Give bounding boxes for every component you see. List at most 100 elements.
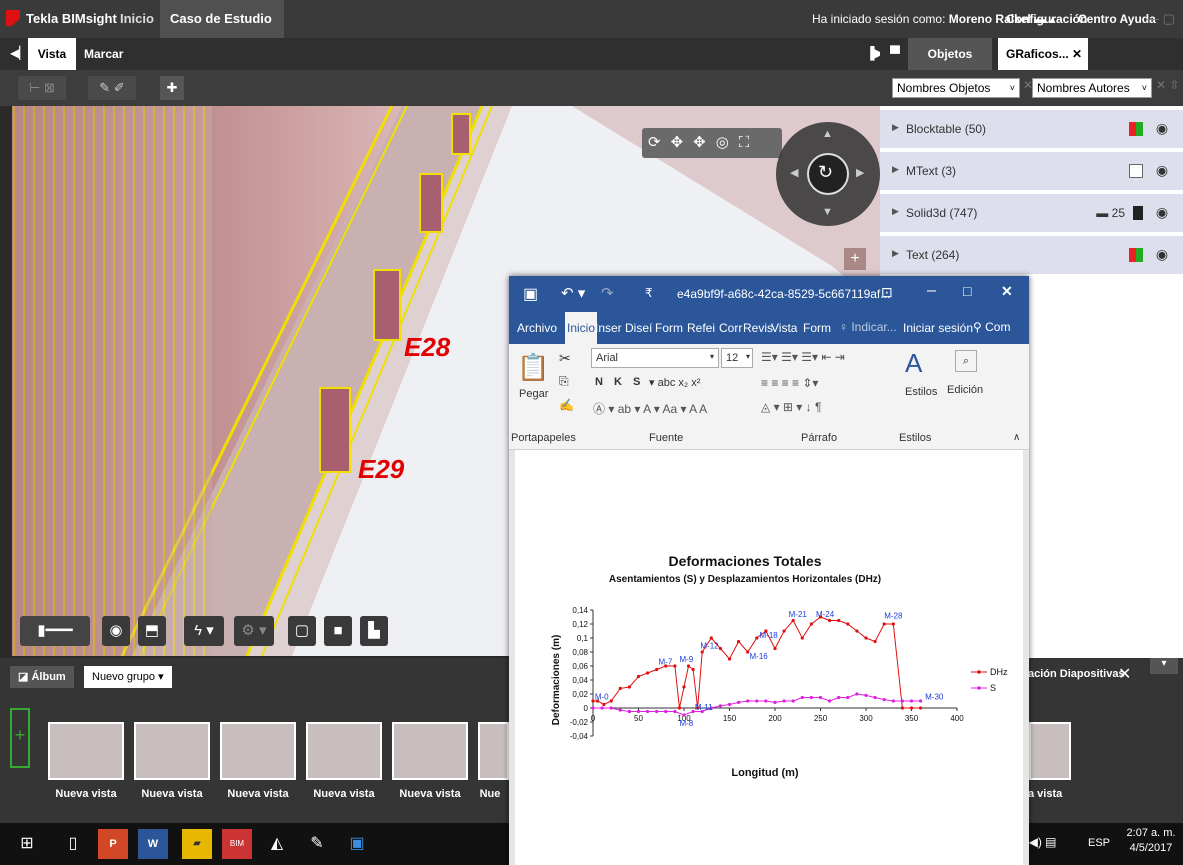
- view-thumbnail[interactable]: [478, 722, 509, 780]
- comment-count[interactable]: ▬ 25: [1096, 206, 1125, 220]
- pin-icon[interactable]: ▀: [890, 45, 900, 61]
- tab-vista[interactable]: Vista: [771, 321, 797, 335]
- eye-icon[interactable]: ◉: [1151, 120, 1173, 140]
- font-name-select[interactable]: Arial ▾: [591, 348, 719, 368]
- color-swatch-icon[interactable]: [1133, 206, 1143, 220]
- copy-icon[interactable]: ⎘: [559, 374, 569, 389]
- window-controls-icon[interactable]: — ▢ ✕: [1146, 0, 1183, 64]
- folder-icon[interactable]: ▰: [182, 829, 212, 859]
- eye-icon[interactable]: ◉: [102, 616, 130, 646]
- file-icon[interactable]: ▯: [58, 829, 88, 859]
- tab-caso-estudio[interactable]: Caso de Estudio 2 ✕: [160, 0, 284, 64]
- redo-icon[interactable]: ↷: [601, 284, 614, 302]
- maximize-icon[interactable]: □: [963, 283, 971, 299]
- sort-icon[interactable]: ✕ ⇳: [1156, 78, 1179, 92]
- styles-icon[interactable]: A: [905, 348, 922, 379]
- signin-link[interactable]: Iniciar sesión: [903, 321, 973, 335]
- tab-diseno[interactable]: Diseí: [625, 321, 652, 335]
- tab-objetos[interactable]: Objetos: [908, 38, 992, 70]
- tab-correspondencia[interactable]: Corr: [719, 321, 742, 335]
- filter-names-select[interactable]: Nombres Objetos ˅: [892, 78, 1020, 98]
- zoom-in-icon[interactable]: +: [844, 248, 866, 270]
- view-thumbnail[interactable]: [220, 722, 296, 780]
- stop-icon[interactable]: ■: [324, 616, 352, 646]
- edit-label[interactable]: Edición: [947, 384, 983, 396]
- nav-up-icon[interactable]: ▲: [822, 128, 833, 140]
- tab-marcar[interactable]: Marcar: [80, 38, 127, 70]
- minimize-icon[interactable]: –: [927, 282, 936, 300]
- view-thumbnail[interactable]: [306, 722, 382, 780]
- tab-archivo[interactable]: Archivo: [517, 321, 557, 335]
- styles-label[interactable]: Estilos: [905, 386, 937, 398]
- acrobat-icon[interactable]: ◭: [262, 829, 292, 859]
- caret-right-icon[interactable]: ▶: [892, 164, 899, 175]
- save-icon[interactable]: ▣: [342, 829, 372, 859]
- object-row[interactable]: ▶ Solid3d (747) ▬ 25 ◉: [880, 194, 1183, 234]
- paint-icon[interactable]: ✎: [302, 829, 332, 859]
- config-link[interactable]: Configuración: [1006, 0, 1087, 38]
- close-icon[interactable]: ✕: [1072, 47, 1082, 61]
- bold-italic-underline[interactable]: N K S: [595, 376, 644, 388]
- add-view-icon[interactable]: +: [10, 708, 30, 768]
- help-link[interactable]: Centro Ayuda: [1078, 0, 1156, 38]
- paste-label[interactable]: Pegar: [519, 388, 548, 400]
- tab-insertar[interactable]: Inser: [595, 321, 622, 335]
- caret-right-icon[interactable]: ▶: [892, 206, 899, 217]
- list-icon[interactable]: ☰▾ ☰▾ ☰▾ ⇤ ⇥: [761, 350, 845, 364]
- view-thumbnail[interactable]: [392, 722, 468, 780]
- document-page[interactable]: Deformaciones Totales Asentamientos (S) …: [515, 450, 1023, 865]
- nav-right-icon[interactable]: ▶: [856, 166, 864, 179]
- customize-icon[interactable]: ₹: [645, 286, 653, 300]
- tab-inicio[interactable]: Inicio: [565, 312, 598, 344]
- color-swatch-icon[interactable]: [1129, 122, 1143, 136]
- align-icon[interactable]: ≡ ≡ ≡ ≡ ⇕▾: [761, 376, 818, 390]
- language[interactable]: ESP: [1088, 837, 1110, 849]
- filter-authors-select[interactable]: Nombres Autores ˅: [1032, 78, 1152, 98]
- ribbon-display-icon[interactable]: ⊡: [881, 284, 893, 301]
- gear-dropdown-icon[interactable]: ⚙ ▾: [234, 616, 274, 646]
- view-thumbnail[interactable]: [1029, 722, 1071, 780]
- tools-icon[interactable]: ✕: [1118, 664, 1131, 684]
- text-color-icon[interactable]: Ⓐ ▾ ab ▾ A ▾ Aa ▾ A A: [593, 400, 707, 417]
- save-icon[interactable]: ▣: [523, 284, 538, 304]
- eye-icon[interactable]: ◉: [1151, 204, 1173, 224]
- group-select[interactable]: Nuevo grupo ▾: [84, 666, 172, 688]
- eye-icon[interactable]: ◉: [1151, 162, 1173, 182]
- orbit-icon[interactable]: ↻: [818, 162, 833, 183]
- format-painter-icon[interactable]: ✍: [559, 398, 574, 412]
- box-icon[interactable]: ⬒: [138, 616, 166, 646]
- tab-revisar[interactable]: Revis: [743, 321, 773, 335]
- view-thumbnail[interactable]: [134, 722, 210, 780]
- tab-vista[interactable]: Vista: [28, 38, 76, 70]
- object-row[interactable]: ▶ Blocktable (50) ◉: [880, 110, 1183, 150]
- shading-icon[interactable]: ◬ ▾ ⊞ ▾ ↓ ¶: [761, 400, 821, 414]
- lightning-icon[interactable]: ϟ ▾: [184, 616, 224, 646]
- measure-icon[interactable]: ⊢ ⊠: [18, 76, 66, 100]
- tab-formato[interactable]: Form: [655, 321, 683, 335]
- tab-graficos[interactable]: GRaficos... ✕: [998, 38, 1088, 70]
- object-row[interactable]: ▶ MText (3) ◉: [880, 152, 1183, 192]
- slider-icon[interactable]: ▮━━━: [20, 616, 90, 646]
- pencil-icon[interactable]: ✎ ✐: [88, 76, 136, 100]
- slideshow-label[interactable]: ación Diapositivas: [1028, 668, 1125, 680]
- color-swatch-icon[interactable]: [1129, 248, 1143, 262]
- windows-start-icon[interactable]: ⊞: [12, 829, 42, 859]
- clock[interactable]: 2:07 a. m. 4/5/2017: [1124, 827, 1178, 854]
- collapse-left-icon[interactable]: ◀▏: [10, 46, 28, 60]
- tab-referencias[interactable]: Refei: [687, 321, 715, 335]
- cut-icon[interactable]: ✂: [559, 350, 571, 367]
- nav-left-icon[interactable]: ◀: [790, 166, 798, 179]
- album-button[interactable]: ◪ Álbum: [10, 666, 74, 688]
- comment-add-icon[interactable]: ✚: [160, 76, 184, 100]
- document-icon[interactable]: ▙: [360, 616, 388, 646]
- font-size-select[interactable]: 12 ▾: [721, 348, 753, 368]
- tab-inicio[interactable]: Inicio: [120, 0, 154, 38]
- collapse-ribbon-icon[interactable]: ∧: [1013, 432, 1020, 443]
- bimsight-icon[interactable]: BIM: [222, 829, 252, 859]
- share-button[interactable]: ⚲ Com: [973, 320, 1010, 334]
- close-icon[interactable]: ✕: [1001, 283, 1013, 300]
- paste-icon[interactable]: 📋: [517, 352, 549, 383]
- tab-formato-2[interactable]: Form: [803, 321, 831, 335]
- font-effects-icon[interactable]: ▾ abc x₂ x²: [649, 376, 700, 389]
- undo-icon[interactable]: ↶ ▾: [561, 284, 585, 302]
